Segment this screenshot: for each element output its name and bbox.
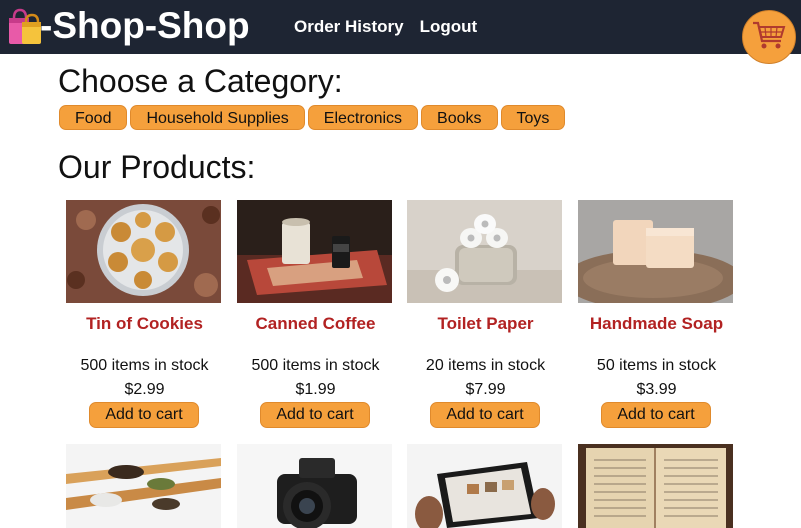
product-image-spices[interactable] [66,444,221,528]
shopping-bags-icon [6,8,41,44]
product-price: $2.99 [124,381,165,398]
product-image-soap[interactable] [578,200,733,303]
shopping-cart-icon [751,19,787,56]
top-header: -Shop-Shop Order History Logout [0,0,801,64]
product-image-cookies[interactable] [66,200,221,303]
product-image-tablet[interactable] [407,444,562,528]
brand-name: -Shop-Shop [40,5,250,46]
add-to-cart-button[interactable]: Add to cart [430,402,540,428]
product-name[interactable]: Canned Coffee [230,314,401,334]
category-heading: Choose a Category: [58,63,343,99]
product-image-toilet-paper[interactable] [407,200,562,303]
product-name[interactable]: Tin of Cookies [59,314,230,334]
category-list: Food Household Supplies Electronics Book… [59,105,566,130]
product-stock: 500 items in stock [251,357,380,374]
product-price: $3.99 [636,381,677,398]
category-toys-button[interactable]: Toys [500,105,566,130]
products-heading: Our Products: [58,149,256,185]
product-image-book[interactable] [578,444,733,528]
order-history-link[interactable]: Order History [294,17,404,37]
product-stock: 50 items in stock [596,357,717,374]
main-nav: Order History Logout [294,17,477,37]
product-image-coffee[interactable] [237,200,392,303]
product-price: $7.99 [465,381,506,398]
brand[interactable]: -Shop-Shop [6,6,250,46]
product-name[interactable]: Toilet Paper [400,314,571,334]
product-stock: 500 items in stock [80,357,209,374]
add-to-cart-button[interactable]: Add to cart [89,402,199,428]
category-electronics-button[interactable]: Electronics [307,105,419,130]
add-to-cart-button[interactable]: Add to cart [601,402,711,428]
product-name[interactable]: Handmade Soap [571,314,742,334]
cart-button[interactable] [742,10,796,64]
product-price: $1.99 [295,381,336,398]
category-food-button[interactable]: Food [59,105,128,130]
product-image-camera[interactable] [237,444,392,528]
product-stock: 20 items in stock [425,357,546,374]
add-to-cart-button[interactable]: Add to cart [260,402,370,428]
category-books-button[interactable]: Books [421,105,498,130]
logout-link[interactable]: Logout [420,17,478,37]
category-household-supplies-button[interactable]: Household Supplies [130,105,305,130]
